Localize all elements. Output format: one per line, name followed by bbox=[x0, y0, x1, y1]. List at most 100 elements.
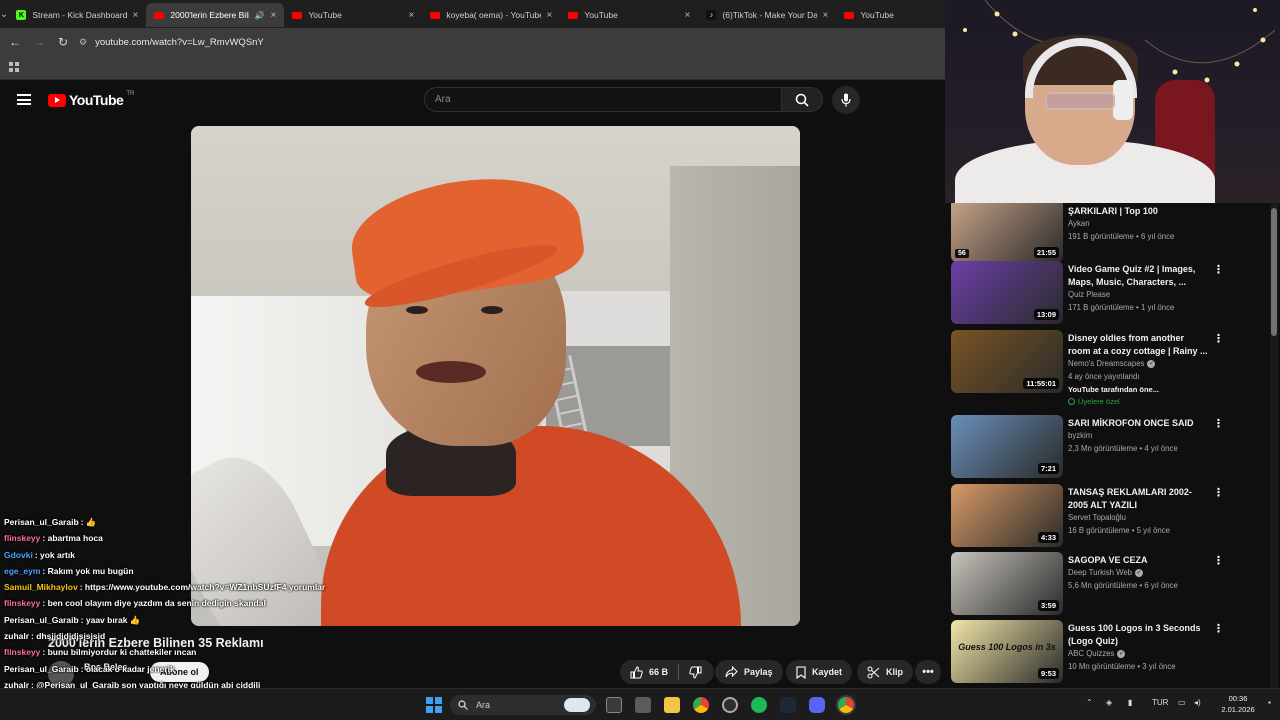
chat-username: ege_eym bbox=[4, 565, 41, 576]
browser-tab[interactable]: YouTube × bbox=[284, 3, 422, 27]
recommended-video-title[interactable]: Video Game Quiz #2 | Images, Maps, Music… bbox=[1068, 263, 1208, 288]
video-options-icon[interactable]: ⋮ bbox=[1213, 622, 1224, 635]
recommended-video-title[interactable]: Guess 100 Logos in 3 Seconds (Logo Quiz) bbox=[1068, 622, 1208, 647]
recommended-channel[interactable]: Aykan bbox=[1068, 219, 1090, 228]
like-button[interactable]: 66 B bbox=[620, 665, 678, 679]
recommended-video-title[interactable]: ŞARKILARI | Top 100 bbox=[1068, 205, 1208, 218]
chrome-icon[interactable] bbox=[693, 697, 709, 713]
microphone-icon bbox=[841, 93, 851, 107]
verified-icon: ✓ bbox=[1147, 359, 1156, 368]
wifi-icon[interactable]: ▭ bbox=[1178, 698, 1186, 707]
dislike-button[interactable] bbox=[679, 666, 714, 679]
tab-close-icon[interactable]: × bbox=[271, 10, 277, 21]
tab-strip: ⌄ K Stream - Kick Dashboard × 2000'lerin Ez… bbox=[0, 0, 966, 28]
chrome-active-icon[interactable] bbox=[838, 697, 854, 713]
recommended-channel[interactable]: byzkim bbox=[1068, 431, 1092, 440]
recommended-video[interactable]: 11:55:01 Disney oldies from another room … bbox=[951, 330, 1271, 406]
video-options-icon[interactable]: ⋮ bbox=[1213, 417, 1224, 430]
recommended-channel[interactable]: Nemo's Dreamscapes ✓ bbox=[1068, 359, 1156, 368]
tab-close-icon[interactable]: × bbox=[409, 10, 415, 21]
site-info-icon[interactable]: ⚙ bbox=[79, 37, 87, 48]
mic-tray-icon[interactable]: ▮ bbox=[1128, 698, 1132, 707]
recommended-video[interactable]: 4:33 TANSAŞ REKLAMLARI 2002-2005 ALT YAZI… bbox=[951, 484, 1271, 548]
task-view-icon[interactable] bbox=[606, 697, 622, 713]
recommended-video-title[interactable]: TANSAŞ REKLAMLARI 2002-2005 ALT YAZILI bbox=[1068, 486, 1208, 511]
recommended-channel[interactable]: Quiz Please bbox=[1068, 290, 1110, 299]
obs-icon[interactable] bbox=[722, 697, 738, 713]
back-icon[interactable]: ← bbox=[3, 30, 27, 54]
sidebar-scrollbar-thumb[interactable] bbox=[1271, 208, 1277, 336]
browser-tab[interactable]: koyeba( oema) - YouTube × bbox=[422, 3, 560, 27]
recommended-channel[interactable]: Deep Turkish Web ✓ bbox=[1068, 568, 1143, 577]
browser-tab[interactable]: 2000'lerin Ezbere Bilin 🔊 × bbox=[146, 3, 285, 27]
reload-icon[interactable]: ↻ bbox=[51, 30, 75, 54]
store-icon[interactable] bbox=[635, 697, 651, 713]
video-thumbnail[interactable]: 3:59 bbox=[951, 552, 1063, 615]
video-options-icon[interactable]: ⋮ bbox=[1213, 486, 1224, 499]
voice-search-button[interactable] bbox=[832, 86, 860, 114]
share-button[interactable]: Paylaş bbox=[715, 660, 783, 684]
tab-audio-icon[interactable]: 🔊 bbox=[255, 11, 265, 20]
browser-tab[interactable]: K Stream - Kick Dashboard × bbox=[8, 3, 146, 27]
recommended-video-title[interactable]: SARI MİKROFON ONCE SAID bbox=[1068, 417, 1208, 430]
show-hidden-icons-icon[interactable]: ⌃ bbox=[1086, 698, 1093, 707]
tab-list: K Stream - Kick Dashboard × 2000'lerin Ezbe… bbox=[8, 1, 974, 27]
recommended-video-title[interactable]: SAGOPA VE CEZA bbox=[1068, 554, 1208, 567]
recommended-video[interactable]: 7:21 SARI MİKROFON ONCE SAID byzkim 2,3 Mn … bbox=[951, 415, 1271, 479]
more-actions-button[interactable]: ••• bbox=[915, 660, 941, 684]
browser-tab[interactable]: YouTube × bbox=[560, 3, 698, 27]
recommended-channel[interactable]: Servet Topaloğlu bbox=[1068, 513, 1126, 522]
tab-close-icon[interactable]: × bbox=[685, 10, 691, 21]
search-button[interactable] bbox=[781, 87, 823, 112]
recommended-video[interactable]: 56 21:55 ŞARKILARI | Top 100 Aykan 191 B gör… bbox=[951, 203, 1271, 267]
taskbar-search[interactable]: Ara bbox=[450, 695, 596, 715]
steam-icon[interactable] bbox=[780, 697, 796, 713]
video-options-icon[interactable]: ⋮ bbox=[1213, 263, 1224, 276]
video-thumbnail[interactable]: 7:21 bbox=[951, 415, 1063, 478]
verified-icon: ✓ bbox=[1135, 568, 1143, 577]
youtube-logo-text: YouTube bbox=[69, 92, 124, 108]
volume-icon[interactable]: ◂) bbox=[1194, 698, 1201, 707]
recommended-channel[interactable]: ABC Quizzes ✓ bbox=[1068, 649, 1126, 658]
chat-text: Rakım yok mu bugün bbox=[47, 565, 134, 576]
search-input[interactable] bbox=[435, 94, 781, 105]
save-button[interactable]: Kaydet bbox=[786, 660, 853, 684]
video-thumbnail[interactable]: 56 21:55 bbox=[951, 203, 1063, 262]
language-indicator[interactable]: TUR bbox=[1152, 698, 1168, 707]
spotify-icon[interactable] bbox=[751, 697, 767, 713]
video-thumbnail[interactable]: 11:55:01 bbox=[951, 330, 1063, 393]
recommended-video[interactable]: 13:09 Video Game Quiz #2 | Images, Maps, … bbox=[951, 261, 1271, 325]
windows-start-icon[interactable] bbox=[426, 697, 442, 713]
video-thumbnail[interactable]: Guess 100 Logos in 3s 9:53 bbox=[951, 620, 1063, 683]
url-bar[interactable]: ⚙ youtube.com/watch?v=Lw_RmvWQSnY bbox=[79, 37, 264, 48]
file-explorer-icon[interactable] bbox=[664, 697, 680, 713]
video-thumbnail[interactable]: 13:09 bbox=[951, 261, 1063, 324]
youtube-header: YouTube TR bbox=[0, 80, 945, 120]
menu-icon[interactable] bbox=[17, 94, 31, 105]
video-thumbnail[interactable]: 4:33 bbox=[951, 484, 1063, 547]
search-field[interactable] bbox=[424, 87, 782, 112]
tab-search-icon[interactable]: ⌄ bbox=[0, 0, 8, 28]
duration-badge: 3:59 bbox=[1037, 600, 1059, 611]
discord-icon[interactable] bbox=[809, 697, 825, 713]
chat-message: Perisan_ul_Garaib: 👍 bbox=[4, 517, 97, 527]
forward-icon[interactable]: → bbox=[27, 30, 51, 54]
notifications-icon[interactable]: ▪ bbox=[1268, 698, 1271, 707]
chat-message: Samuil_Mikhaylov: https://www.youtube.co… bbox=[4, 582, 326, 593]
video-options-icon[interactable]: ⋮ bbox=[1213, 332, 1224, 345]
network-tray-icon[interactable]: ◈ bbox=[1106, 698, 1112, 707]
browser-tab[interactable]: ♪ (6)TikTok - Make Your Da × bbox=[698, 3, 836, 27]
tab-close-icon[interactable]: × bbox=[823, 10, 829, 21]
recommended-video[interactable]: 3:59 SAGOPA VE CEZA Deep Turkish Web ✓ 5,6 M… bbox=[951, 552, 1271, 616]
youtube-logo[interactable]: YouTube TR bbox=[48, 91, 134, 108]
tab-close-icon[interactable]: × bbox=[547, 10, 553, 21]
recommended-video-title[interactable]: Disney oldies from another room at a coz… bbox=[1068, 332, 1208, 357]
system-clock[interactable]: 00:36 2.01.2026 bbox=[1213, 693, 1263, 715]
clip-button[interactable]: Klip bbox=[857, 660, 913, 684]
video-options-icon[interactable]: ⋮ bbox=[1213, 554, 1224, 567]
chat-username: Samuil_Mikhaylov bbox=[4, 582, 78, 593]
tab-close-icon[interactable]: × bbox=[133, 10, 139, 21]
apps-grid-icon[interactable] bbox=[9, 62, 19, 72]
recommended-video[interactable]: Guess 100 Logos in 3s 9:53 Guess 100 Logos… bbox=[951, 620, 1271, 684]
youtube-icon bbox=[154, 11, 165, 19]
